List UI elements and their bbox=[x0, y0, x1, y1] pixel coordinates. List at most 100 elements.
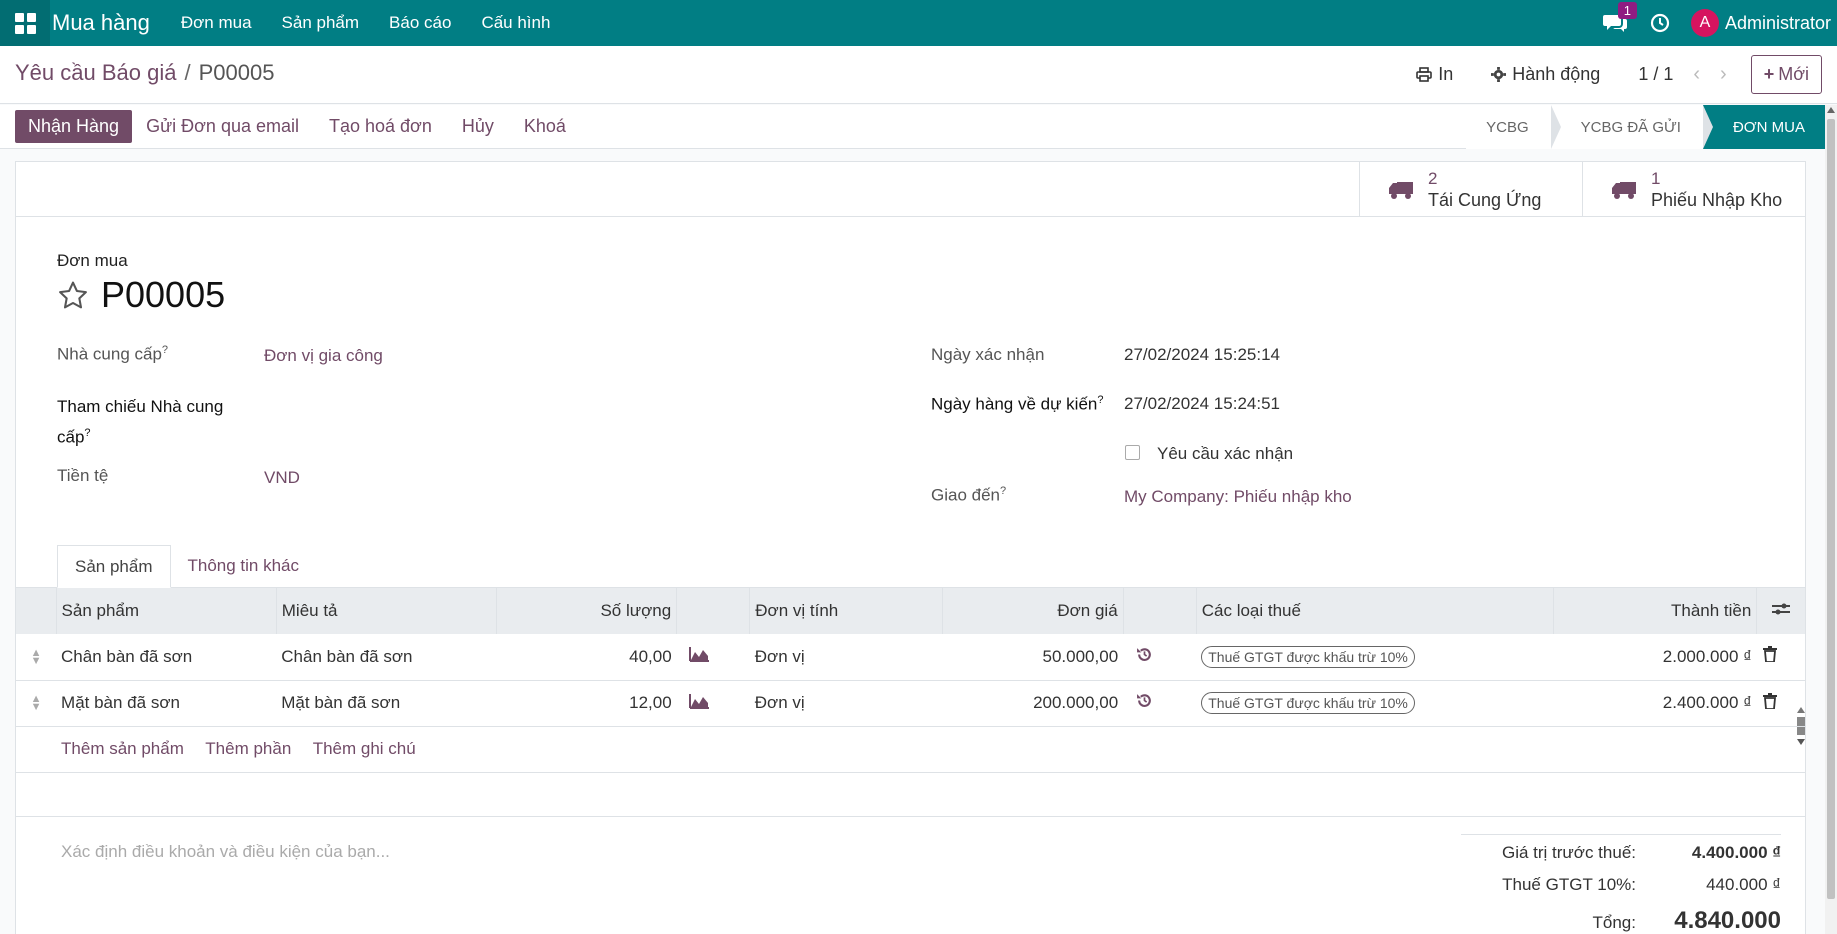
menu-purchase-orders[interactable]: Đơn mua bbox=[166, 13, 267, 33]
pager-value[interactable]: 1 / 1 bbox=[1638, 64, 1673, 85]
trash-icon bbox=[1762, 646, 1777, 664]
pager-next-icon[interactable]: › bbox=[1720, 63, 1727, 86]
vendor-reference-input[interactable] bbox=[264, 394, 864, 420]
column-header-taxes[interactable]: Các loại thuế bbox=[1195, 588, 1554, 634]
breadcrumb-parent-link[interactable]: Yêu cầu Báo giá bbox=[15, 60, 176, 85]
vendor-label: Nhà cung cấp? bbox=[57, 344, 169, 364]
tax-tag: Thuế GTGT được khấu trừ 10% bbox=[1201, 692, 1415, 714]
tab-other-info[interactable]: Thông tin khác bbox=[171, 545, 317, 588]
replenishment-label: Tái Cung Ứng bbox=[1428, 189, 1542, 210]
column-header-quantity[interactable]: Số lượng bbox=[495, 588, 677, 634]
line-description[interactable]: Mặt bàn đã sơn bbox=[276, 680, 497, 727]
line-description[interactable]: Chân bàn đã sơn bbox=[276, 634, 497, 681]
line-taxes[interactable]: Thuế GTGT được khấu trừ 10% bbox=[1196, 634, 1554, 681]
deliver-to-field[interactable]: My Company: Phiếu nhập kho bbox=[1124, 487, 1352, 507]
tax-tag: Thuế GTGT được khấu trừ 10% bbox=[1201, 645, 1415, 668]
order-lines-table: Sản phẩm Miêu tả Số lượng Đơn vị tính Đơ… bbox=[16, 588, 1805, 817]
plus-icon: + bbox=[1763, 63, 1775, 84]
area-chart-icon bbox=[688, 693, 709, 709]
receive-products-button[interactable]: Nhận Hàng bbox=[15, 110, 133, 143]
truck-icon bbox=[1612, 181, 1636, 199]
page-scrollbar[interactable] bbox=[1825, 105, 1837, 934]
add-note-link[interactable]: Thêm ghi chú bbox=[313, 739, 416, 758]
form-title-label: Đơn mua bbox=[57, 251, 128, 270]
scrollbar-thumb[interactable] bbox=[1827, 119, 1835, 899]
column-header-product[interactable]: Sản phẩm bbox=[55, 588, 277, 634]
forecast-button[interactable] bbox=[676, 634, 750, 681]
table-row[interactable]: ▲ ▼ Chân bàn đã sơn Chân bàn đã sơn 40,00… bbox=[16, 634, 1805, 681]
confirmation-date-field[interactable]: 27/02/2024 15:25:14 bbox=[1124, 345, 1280, 365]
forecast-button[interactable] bbox=[676, 680, 750, 727]
breadcrumb: Yêu cầu Báo giá / P00005 bbox=[15, 60, 274, 86]
send-email-button[interactable]: Gửi Đơn qua email bbox=[146, 116, 299, 137]
line-quantity[interactable]: 12,00 bbox=[496, 680, 677, 727]
history-icon bbox=[1137, 647, 1152, 661]
new-button[interactable]: + Mới bbox=[1750, 54, 1822, 94]
column-header-uom[interactable]: Đơn vị tính bbox=[749, 588, 943, 634]
clock-icon bbox=[1650, 13, 1670, 33]
line-quantity[interactable]: 40,00 bbox=[496, 634, 677, 681]
menu-products[interactable]: Sản phẩm bbox=[267, 13, 375, 33]
receipts-count: 1 bbox=[1651, 168, 1661, 188]
tab-products[interactable]: Sản phẩm bbox=[57, 545, 171, 588]
currency-field[interactable]: VND bbox=[264, 468, 300, 488]
smart-button-row: 2 Tái Cung Ứng 1 Phiếu Nhập Kho bbox=[16, 162, 1805, 217]
truck-icon bbox=[1389, 181, 1413, 199]
print-button[interactable]: In bbox=[1416, 64, 1453, 85]
delete-line-button[interactable] bbox=[1756, 634, 1805, 681]
line-subtotal: 2.400.000 ₫ bbox=[1553, 680, 1757, 727]
line-uom[interactable]: Đơn vị bbox=[749, 680, 943, 727]
tax-amount-value: 440.000 ₫ bbox=[1706, 875, 1781, 894]
form-sheet: 2 Tái Cung Ứng 1 Phiếu Nhập Kho Đơn mua … bbox=[15, 161, 1806, 934]
action-menu-button[interactable]: Hành động bbox=[1491, 64, 1600, 85]
column-header-unit-price[interactable]: Đơn giá bbox=[942, 588, 1124, 634]
add-product-link[interactable]: Thêm sản phẩm bbox=[61, 739, 184, 758]
star-icon[interactable] bbox=[57, 280, 89, 311]
line-uom[interactable]: Đơn vị bbox=[749, 634, 943, 681]
status-bar: Nhận Hàng Gửi Đơn qua email Tạo hoá đơn … bbox=[0, 105, 1825, 149]
line-product[interactable]: Mặt bàn đã sơn bbox=[56, 680, 277, 727]
app-name[interactable]: Mua hàng bbox=[50, 10, 166, 36]
reset-price-button[interactable] bbox=[1123, 680, 1197, 727]
create-bill-button[interactable]: Tạo hoá đơn bbox=[329, 116, 432, 137]
receipts-smart-button[interactable]: 1 Phiếu Nhập Kho bbox=[1582, 162, 1805, 217]
line-product[interactable]: Chân bàn đã sơn bbox=[56, 634, 277, 681]
new-label: Mới bbox=[1778, 63, 1809, 84]
lock-button[interactable]: Khoá bbox=[524, 116, 566, 137]
activity-button[interactable] bbox=[1637, 0, 1683, 46]
reset-price-button[interactable] bbox=[1123, 634, 1197, 681]
pager-previous-icon[interactable]: ‹ bbox=[1693, 63, 1700, 86]
line-unit-price[interactable]: 200.000,00 bbox=[942, 680, 1124, 727]
delete-line-button[interactable] bbox=[1756, 680, 1805, 727]
menu-configuration[interactable]: Cấu hình bbox=[466, 13, 565, 33]
line-unit-price[interactable]: 50.000,00 bbox=[942, 634, 1124, 681]
cancel-button[interactable]: Hủy bbox=[462, 116, 494, 137]
column-header-subtotal[interactable]: Thành tiền bbox=[1553, 588, 1757, 634]
line-taxes[interactable]: Thuế GTGT được khấu trừ 10% bbox=[1196, 680, 1554, 727]
stage-purchase-order[interactable]: ĐƠN MUA bbox=[1702, 105, 1825, 149]
drag-handle-icon[interactable]: ▲ ▼ bbox=[16, 680, 57, 727]
user-name: Administrator bbox=[1724, 12, 1831, 33]
stage-rfq-sent[interactable]: YCBG ĐÃ GỬI bbox=[1550, 105, 1714, 149]
column-header-description[interactable]: Miêu tả bbox=[275, 588, 497, 634]
terms-and-conditions-input[interactable]: Xác định điều khoản và điều kiện của bạn… bbox=[61, 842, 390, 862]
menu-reports[interactable]: Báo cáo bbox=[374, 13, 466, 33]
user-menu[interactable]: A Administrator bbox=[1683, 9, 1837, 37]
messaging-button[interactable]: 1 bbox=[1593, 0, 1637, 46]
tax-amount-label: Thuế GTGT 10%: bbox=[1502, 875, 1636, 894]
ask-confirmation-checkbox[interactable] bbox=[1125, 445, 1140, 460]
breadcrumb-separator: / bbox=[184, 60, 191, 85]
stage-rfq[interactable]: YCBG bbox=[1466, 105, 1561, 149]
vendor-field[interactable]: Đơn vị gia công bbox=[264, 346, 383, 366]
line-subtotal: 2.000.000 ₫ bbox=[1553, 634, 1757, 681]
drag-handle-icon[interactable]: ▲ ▼ bbox=[16, 634, 57, 681]
optional-columns-header[interactable] bbox=[1756, 588, 1805, 634]
action-label: Hành động bbox=[1512, 63, 1601, 84]
table-row[interactable]: ▲ ▼ Mặt bàn đã sơn Mặt bàn đã sơn 12,00 Đ… bbox=[16, 680, 1805, 727]
replenishment-smart-button[interactable]: 2 Tái Cung Ứng bbox=[1359, 162, 1582, 217]
scroll-up-icon[interactable] bbox=[1827, 107, 1835, 113]
avatar: A bbox=[1690, 9, 1719, 37]
apps-menu-button[interactable] bbox=[0, 0, 50, 46]
expected-arrival-field[interactable]: 27/02/2024 15:24:51 bbox=[1124, 394, 1280, 414]
add-section-link[interactable]: Thêm phần bbox=[205, 739, 291, 758]
